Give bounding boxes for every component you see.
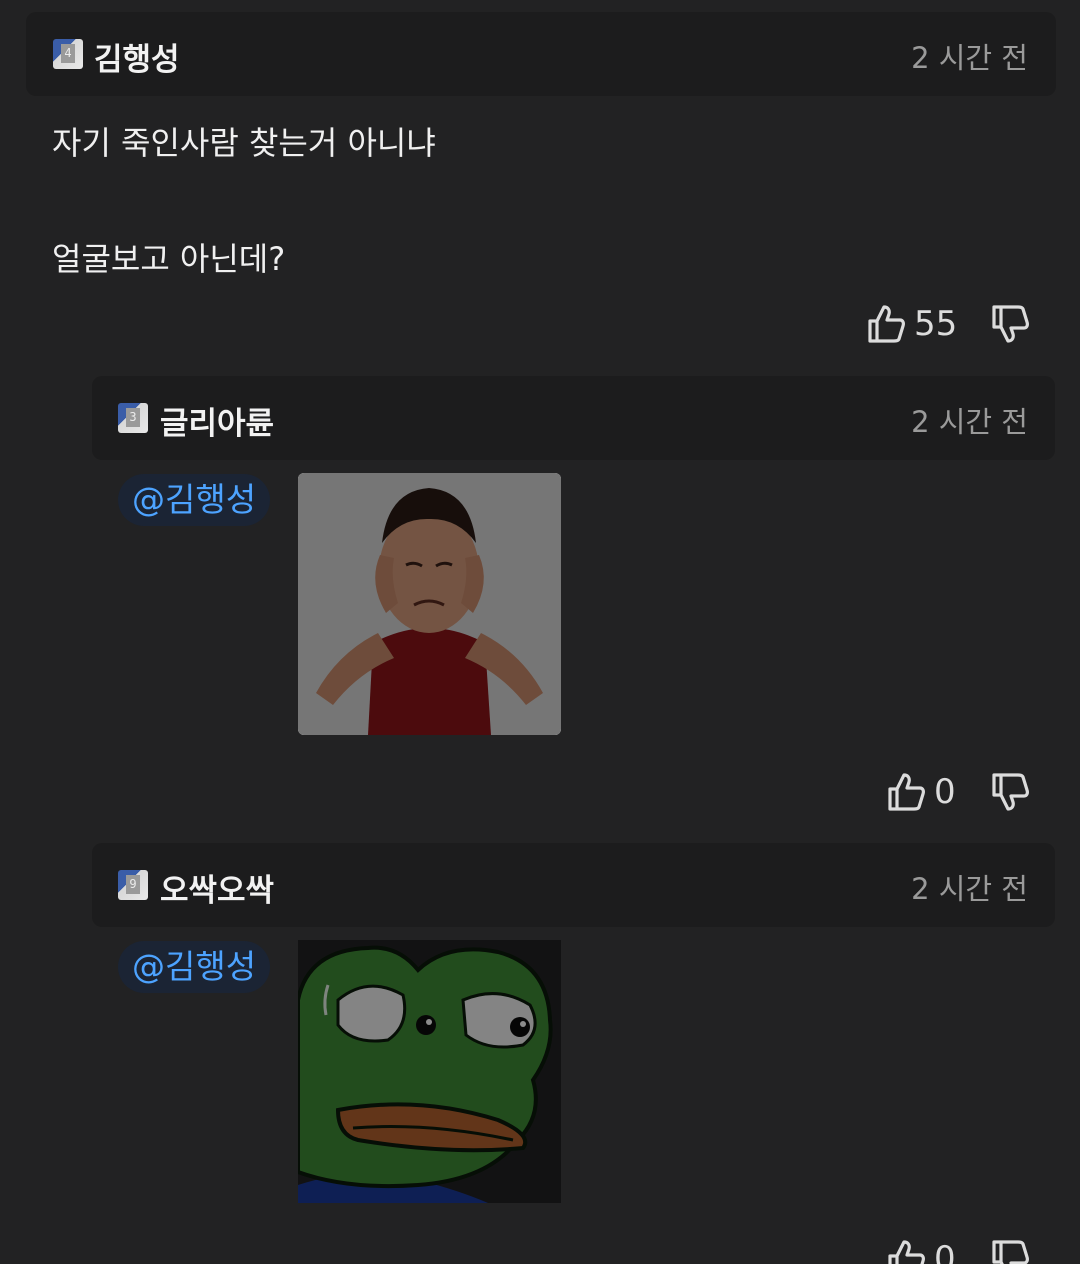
level-badge-icon: 9 — [118, 870, 148, 900]
comment-header: 4 김행성 2 시간 전 — [26, 12, 1056, 96]
comment-time: 2 시간 전 — [911, 405, 1028, 439]
thumbs-up-icon — [886, 1238, 926, 1264]
level-badge-icon: 3 — [118, 403, 148, 433]
thumbs-up-icon — [866, 303, 906, 345]
comment-author[interactable]: 오싹오싹 — [160, 865, 274, 910]
level-badge-icon: 4 — [53, 39, 83, 69]
mention-tag[interactable]: @김행성 — [118, 474, 271, 526]
comment-time: 2 시간 전 — [911, 872, 1028, 906]
comment-image[interactable] — [298, 473, 561, 735]
comment-body-line: 자기 죽인사람 찾는거 아니냐 — [52, 124, 436, 162]
like-button[interactable]: 55 — [866, 303, 957, 345]
dislike-button[interactable] — [990, 771, 1030, 813]
thumbs-up-icon — [886, 771, 926, 813]
comment-author[interactable]: 글리아륜 — [160, 398, 274, 443]
level-number: 4 — [61, 44, 75, 63]
dislike-button[interactable] — [990, 303, 1030, 345]
level-number: 9 — [126, 875, 140, 894]
comment-time: 2 시간 전 — [911, 41, 1028, 75]
comment-author[interactable]: 김행성 — [94, 34, 180, 79]
like-count: 55 — [914, 304, 958, 344]
like-button[interactable]: 0 — [886, 771, 956, 813]
thumbs-down-icon — [990, 303, 1030, 345]
image-dim-overlay — [298, 473, 561, 735]
image-dim-overlay — [298, 940, 561, 1203]
comment-header: 3 글리아륜 2 시간 전 — [92, 376, 1055, 460]
thumbs-down-icon — [990, 771, 1030, 813]
level-number: 3 — [126, 408, 140, 427]
comment-thread: 4 김행성 2 시간 전 자기 죽인사람 찾는거 아니냐 얼굴보고 아닌데? 5… — [0, 0, 1080, 1264]
comment-body-line: 얼굴보고 아닌데? — [52, 240, 286, 278]
comment-image[interactable] — [298, 940, 561, 1203]
dislike-button[interactable] — [990, 1238, 1030, 1264]
mention-tag[interactable]: @김행성 — [118, 941, 271, 993]
comment-header: 9 오싹오싹 2 시간 전 — [92, 843, 1055, 927]
like-count: 0 — [934, 1239, 956, 1264]
thumbs-down-icon — [990, 1238, 1030, 1264]
like-button[interactable]: 0 — [886, 1238, 956, 1264]
like-count: 0 — [934, 772, 956, 812]
